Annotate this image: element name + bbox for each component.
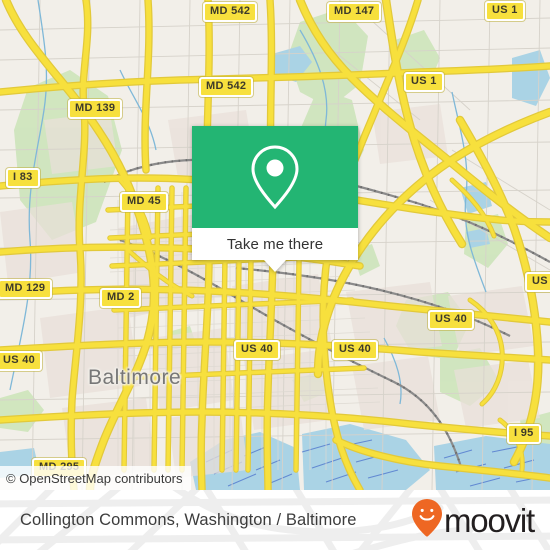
footer-bar: Collington Commons, Washington / Baltimo…: [0, 490, 550, 550]
take-me-there-label: Take me there: [226, 235, 324, 253]
road-shield: MD 2: [100, 288, 142, 308]
road-shield: MD 542: [199, 77, 254, 97]
moovit-map-screenshot: Baltimore MD 542 MD 147 US 1 MD 542 US 1…: [0, 0, 550, 550]
map-canvas[interactable]: Baltimore MD 542 MD 147 US 1 MD 542 US 1…: [0, 0, 550, 490]
road-shield: US 40: [234, 340, 281, 360]
city-label-baltimore: Baltimore: [88, 366, 182, 389]
road-shield: US 40: [0, 351, 43, 371]
road-shield: MD 542: [203, 2, 258, 22]
moovit-brand: moovit: [411, 498, 535, 543]
road-shield: MD 45: [120, 192, 168, 212]
road-shield: US 40: [332, 340, 379, 360]
moovit-wordmark: moovit: [444, 501, 535, 539]
popup-pointer-tail: [264, 260, 286, 272]
road-shield: MD 139: [68, 99, 123, 119]
road-shield: US 40: [428, 310, 475, 330]
road-shield: I 83: [6, 168, 40, 188]
road-shield: MD 147: [327, 2, 382, 22]
popup-action-bar[interactable]: Take me there: [192, 228, 358, 260]
popup-pin-panel: [192, 126, 358, 228]
road-shield: US 1: [404, 72, 444, 92]
map-attribution[interactable]: © OpenStreetMap contributors: [0, 466, 191, 490]
location-title: Collington Commons, Washington / Baltimo…: [20, 510, 357, 529]
attribution-text: © OpenStreetMap contributors: [6, 470, 183, 486]
map-pin-icon: [249, 144, 301, 210]
road-shield: MD 129: [0, 279, 53, 299]
road-shield: US 40: [525, 272, 550, 292]
moovit-smiley-pin-icon: [411, 498, 443, 543]
destination-popup-card[interactable]: Take me there: [192, 126, 358, 272]
road-shield: I 95: [507, 424, 541, 444]
road-shield: US 1: [485, 1, 525, 21]
